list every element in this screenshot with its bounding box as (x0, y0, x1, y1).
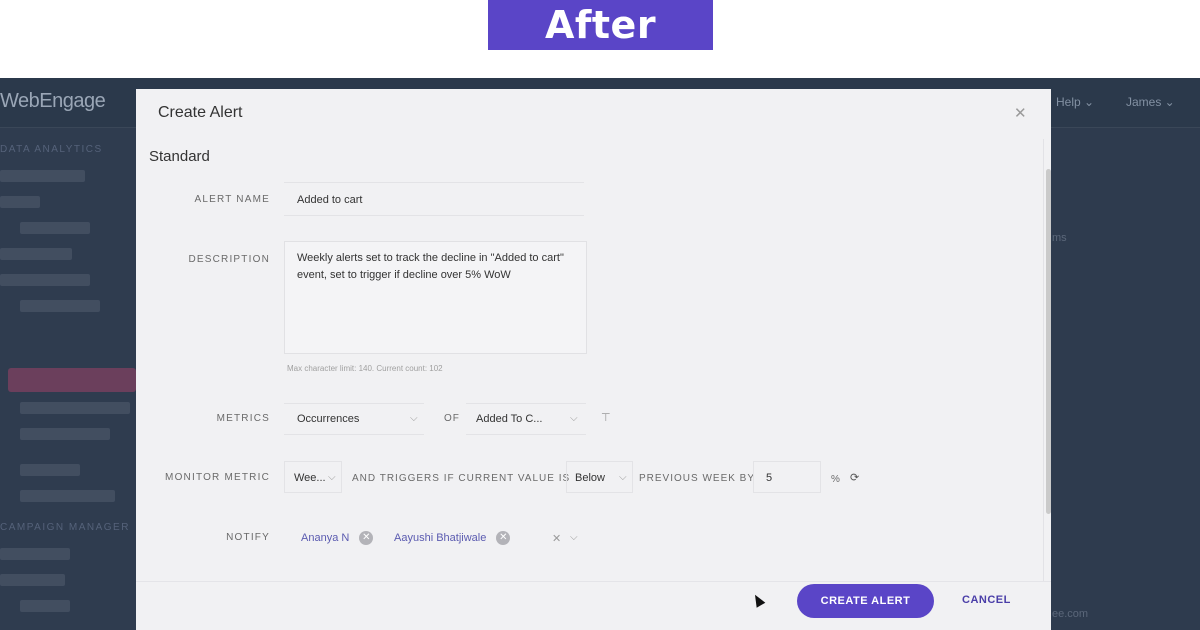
sidebar-heading-analytics: DATA ANALYTICS (0, 144, 103, 155)
description-label: DESCRIPTION (188, 254, 270, 265)
frequency-value: Wee... (294, 472, 326, 484)
notify-label: NOTIFY (226, 532, 270, 543)
event-value: Added To C... (476, 413, 543, 425)
description-value: Weekly alerts set to track the decline i… (297, 252, 564, 281)
chevron-down-icon: ⌵ (619, 472, 627, 483)
chevron-down-icon[interactable]: ⌵ (570, 532, 578, 543)
help-menu[interactable]: Help ⌄ (1056, 95, 1094, 109)
sidebar-item[interactable] (0, 274, 90, 286)
alert-name-field[interactable]: Added to cart (284, 182, 584, 216)
remove-icon[interactable]: ✕ (359, 531, 374, 545)
recipient-name: Aayushi Bhatjiwale (394, 532, 487, 544)
modal-header: Create Alert ✕ (136, 89, 1051, 139)
metrics-select[interactable]: Occurrences ⌵ (284, 403, 424, 435)
percent-unit: % (831, 474, 841, 485)
sidebar-item[interactable] (0, 548, 70, 560)
sidebar-item[interactable] (0, 170, 85, 182)
sidebar-heading-campaign: CAMPAIGN MANAGER (0, 522, 130, 533)
sidebar-item[interactable] (0, 196, 40, 208)
threshold-input[interactable]: 5 (753, 461, 821, 493)
threshold-value: 5 (766, 472, 773, 484)
divider (1043, 139, 1044, 581)
direction-select[interactable]: Below ⌵ (566, 461, 633, 493)
sidebar-item[interactable] (20, 428, 110, 440)
modal-footer: CREATE ALERT CANCEL (136, 581, 1051, 630)
recipient-name: Ananya N (301, 532, 350, 544)
background-text: ee.com (1052, 608, 1089, 620)
sidebar: DATA ANALYTICS CAMPAIGN MANAGER (0, 128, 136, 630)
triggers-label: AND TRIGGERS IF CURRENT VALUE IS (352, 473, 571, 484)
close-icon[interactable]: ✕ (1014, 104, 1027, 122)
sidebar-item-alerts[interactable] (8, 368, 136, 392)
sidebar-item[interactable] (20, 222, 90, 234)
previous-week-label: PREVIOUS WEEK BY (639, 473, 756, 484)
scrollbar[interactable] (1046, 169, 1051, 514)
recipient-chip[interactable]: Ananya N ✕ (301, 527, 374, 549)
clear-all-icon[interactable]: ✕ (552, 532, 561, 545)
direction-value: Below (575, 472, 605, 484)
create-alert-button[interactable]: CREATE ALERT (797, 584, 934, 618)
character-count-hint: Max character limit: 140. Current count:… (287, 364, 443, 373)
monitor-metric-label: MONITOR METRIC (165, 472, 270, 483)
cancel-button[interactable]: CANCEL (962, 594, 1011, 606)
sidebar-item[interactable] (0, 248, 72, 260)
chevron-down-icon: ⌵ (328, 472, 336, 483)
description-textarea[interactable]: Weekly alerts set to track the decline i… (284, 241, 587, 354)
metrics-value: Occurrences (297, 413, 360, 425)
event-select[interactable]: Added To C... ⌵ (466, 403, 586, 435)
sidebar-item[interactable] (20, 464, 80, 476)
remove-icon[interactable]: ✕ (496, 531, 511, 545)
sidebar-item[interactable] (20, 300, 100, 312)
recipient-chip[interactable]: Aayushi Bhatjiwale ✕ (394, 527, 511, 549)
alert-name-value: Added to cart (297, 194, 363, 206)
chevron-down-icon: ⌵ (570, 413, 578, 424)
refresh-icon[interactable]: ⟳ (850, 471, 859, 484)
of-label: OF (444, 413, 460, 424)
sidebar-item[interactable] (20, 402, 130, 414)
alert-name-label: ALERT NAME (194, 194, 270, 205)
chevron-down-icon: ⌵ (410, 413, 418, 424)
sidebar-item[interactable] (20, 600, 70, 612)
background-text: ms (1052, 232, 1067, 244)
metrics-label: METRICS (216, 413, 270, 424)
sidebar-item[interactable] (0, 574, 65, 586)
create-alert-modal: Create Alert ✕ Standard ALERT NAME Added… (136, 89, 1051, 630)
user-menu[interactable]: James ⌄ (1126, 95, 1175, 109)
webengage-logo: WebEngage (0, 90, 106, 112)
sidebar-item[interactable] (20, 490, 115, 502)
section-title: Standard (149, 148, 210, 165)
filter-icon[interactable]: ⊤ (601, 411, 611, 424)
frequency-select[interactable]: Wee... ⌵ (284, 461, 342, 493)
after-banner: After (488, 0, 713, 50)
modal-title: Create Alert (158, 104, 243, 121)
